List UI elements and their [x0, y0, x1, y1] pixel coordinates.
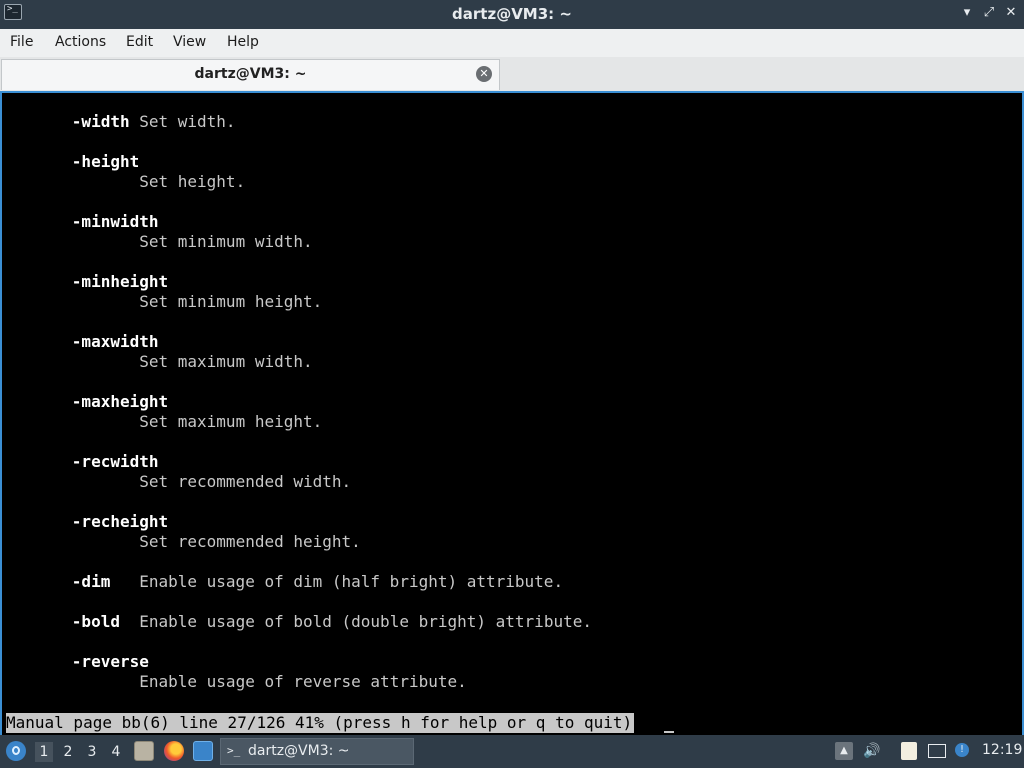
option-name: -recheight	[71, 512, 169, 531]
notification-icon[interactable]: !	[955, 743, 969, 757]
close-icon[interactable]: ✕	[1002, 4, 1020, 22]
man-entry-recwidth: -recwidth	[14, 452, 159, 472]
option-desc: Set maximum height.	[139, 412, 323, 431]
option-name: -dim	[71, 572, 111, 591]
desktop-icon[interactable]	[193, 741, 213, 761]
title-bar: dartz@VM3: ~ ▾ ⤢ ✕	[0, 0, 1024, 29]
workspace-3[interactable]: 3	[83, 742, 101, 762]
man-entry-reverse: -reverse	[14, 652, 149, 672]
tab-close-icon[interactable]: ✕	[476, 66, 492, 82]
taskbar: 1 2 3 4 >_ dartz@VM3: ~ ▲ 🔊 ! 12:19	[0, 735, 1024, 768]
workspace-2[interactable]: 2	[59, 742, 77, 762]
man-entry-bold: -bold Enable usage of bold (double brigh…	[14, 612, 592, 632]
menu-file[interactable]: File	[10, 34, 33, 50]
task-terminal[interactable]: >_ dartz@VM3: ~	[220, 738, 414, 765]
man-entry-maxwidth: -maxwidth	[14, 332, 159, 352]
man-entry-dim: -dim Enable usage of dim (half bright) a…	[14, 572, 563, 592]
menu-bar: File Actions Edit View Help	[0, 29, 1024, 57]
option-name: -maxwidth	[71, 332, 159, 351]
firefox-icon[interactable]	[164, 741, 184, 761]
option-name: -maxheight	[71, 392, 169, 411]
tab-terminal[interactable]: dartz@VM3: ~ ✕	[1, 59, 500, 90]
task-label: dartz@VM3: ~	[248, 743, 350, 759]
option-name: -minwidth	[71, 212, 159, 231]
man-entry-width: -width Set width.	[14, 112, 236, 132]
option-name: -width	[71, 112, 130, 131]
clipboard-icon[interactable]	[901, 742, 917, 760]
option-name: -reverse	[71, 652, 149, 671]
option-desc: Set recommended height.	[139, 532, 361, 551]
option-name: -height	[71, 152, 140, 171]
workspace-1[interactable]: 1	[35, 742, 53, 762]
man-entry-height: -height	[14, 152, 139, 172]
man-entry-maxheight: -maxheight	[14, 392, 168, 412]
option-desc: Set recommended width.	[139, 472, 352, 491]
option-desc: Set maximum width.	[139, 352, 313, 371]
option-name: -recwidth	[71, 452, 159, 471]
minimize-icon[interactable]: ▾	[958, 4, 976, 22]
option-inline-desc: Set width.	[129, 112, 236, 131]
volume-icon[interactable]: 🔊	[863, 742, 881, 760]
start-menu-icon[interactable]	[6, 741, 26, 761]
man-entry-minheight: -minheight	[14, 272, 168, 292]
option-name: -minheight	[71, 272, 169, 291]
network-icon[interactable]	[928, 744, 946, 758]
option-inline-desc: Enable usage of dim (half bright) attrib…	[110, 572, 564, 591]
tab-bar: dartz@VM3: ~ ✕	[0, 57, 1024, 92]
option-desc: Set height.	[139, 172, 246, 191]
menu-edit[interactable]: Edit	[126, 34, 153, 50]
option-desc: Set minimum height.	[139, 292, 323, 311]
clock: 12:19	[982, 742, 1023, 758]
file-manager-icon[interactable]	[134, 741, 154, 761]
option-name: -bold	[71, 612, 120, 631]
option-desc: Set minimum width.	[139, 232, 313, 251]
man-entry-minwidth: -minwidth	[14, 212, 159, 232]
pager-status-line: Manual page bb(6) line 27/126 41% (press…	[6, 713, 635, 733]
menu-actions[interactable]: Actions	[55, 34, 106, 50]
maximize-icon[interactable]: ⤢	[980, 4, 998, 22]
terminal-icon: >_	[227, 744, 241, 757]
option-desc: Enable usage of reverse attribute.	[139, 672, 467, 691]
option-inline-desc: Enable usage of bold (double bright) att…	[119, 612, 592, 631]
update-icon[interactable]: ▲	[835, 742, 853, 760]
text-cursor	[664, 713, 674, 733]
man-entry-recheight: -recheight	[14, 512, 168, 532]
menu-view[interactable]: View	[173, 34, 206, 50]
terminal-view[interactable]: -width Set width. -height Set height. -m…	[0, 91, 1024, 735]
workspace-4[interactable]: 4	[107, 742, 125, 762]
window-title: dartz@VM3: ~	[452, 5, 572, 23]
menu-help[interactable]: Help	[227, 34, 259, 50]
tab-label: dartz@VM3: ~	[194, 66, 307, 82]
